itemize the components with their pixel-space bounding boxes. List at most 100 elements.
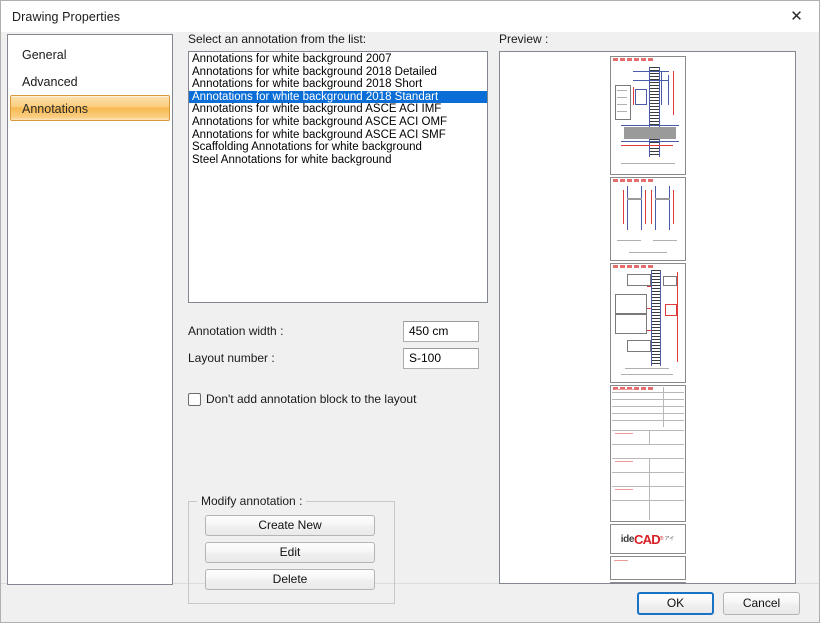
legend-text xyxy=(617,97,627,98)
modify-annotation-title: Modify annotation : xyxy=(197,494,306,508)
footing-band xyxy=(624,127,676,139)
ok-button[interactable]: OK xyxy=(637,592,714,615)
main-panel: Select an annotation from the list: Anno… xyxy=(188,32,488,408)
edit-button[interactable]: Edit xyxy=(205,542,375,563)
annotation-list-label: Select an annotation from the list: xyxy=(188,32,488,46)
drawing-header-rule xyxy=(613,265,654,268)
table-row xyxy=(612,458,684,459)
preview-drawing-top xyxy=(610,56,686,175)
logo-mark-text: アイ xyxy=(664,537,674,542)
note-box xyxy=(627,340,651,352)
window-title: Drawing Properties xyxy=(12,10,120,24)
title-block-row-1 xyxy=(610,556,686,580)
dimension-line xyxy=(673,71,674,115)
note-box xyxy=(663,276,677,286)
modify-annotation-group: Modify annotation : Create New Edit Dele… xyxy=(188,501,395,604)
dimension-tick xyxy=(647,330,651,331)
preview-panel: Preview : xyxy=(499,32,796,584)
table-label xyxy=(615,489,633,490)
create-new-button[interactable]: Create New xyxy=(205,515,375,536)
dimension-line xyxy=(645,190,646,224)
dimension-line xyxy=(633,87,634,105)
list-item[interactable]: Annotations for white background ASCE AC… xyxy=(189,129,487,142)
beam-line xyxy=(633,80,669,81)
dialog-footer: OK Cancel xyxy=(1,583,819,622)
table-label xyxy=(615,389,635,390)
table-row xyxy=(612,430,684,431)
column-line xyxy=(627,186,628,230)
annotation-listbox[interactable]: Annotations for white background 2007 An… xyxy=(188,51,488,303)
table-row xyxy=(612,413,684,414)
list-item[interactable]: Steel Annotations for white background xyxy=(189,154,487,167)
preview-label: Preview : xyxy=(499,32,796,46)
dimension-line xyxy=(651,190,652,224)
drawing-properties-dialog: Drawing Properties ✕ General Advanced An… xyxy=(0,0,820,623)
logo-cad-text: CAD xyxy=(634,532,660,547)
table-row xyxy=(612,486,684,487)
layout-number-input[interactable] xyxy=(403,348,479,369)
sidebar-item-annotations[interactable]: Annotations xyxy=(10,95,170,121)
sidebar-item-advanced[interactable]: Advanced xyxy=(10,68,170,94)
legend-text xyxy=(617,111,627,112)
cancel-button[interactable]: Cancel xyxy=(723,592,800,615)
checkbox-icon[interactable] xyxy=(188,393,201,406)
sidebar-nav: General Advanced Annotations xyxy=(7,34,173,585)
sidebar-item-general[interactable]: General xyxy=(10,41,170,67)
dimension-line xyxy=(623,190,624,224)
detail-box xyxy=(615,294,647,314)
annotation-width-row: Annotation width : xyxy=(188,320,488,342)
preview-drawing-mid xyxy=(610,177,686,261)
drawing-caption xyxy=(653,240,677,241)
list-item[interactable]: Annotations for white background ASCE AC… xyxy=(189,116,487,129)
detail-box xyxy=(615,314,647,334)
beam-band xyxy=(627,198,642,200)
drawing-caption xyxy=(621,374,673,375)
note-box xyxy=(627,274,651,286)
column-line xyxy=(655,186,656,230)
table-row xyxy=(612,500,684,501)
table-row xyxy=(612,444,684,445)
rebar-ladder xyxy=(651,270,661,366)
table-divider xyxy=(649,458,650,486)
table-label xyxy=(615,461,633,462)
idecad-logo: ideCAD®アイ xyxy=(610,524,686,554)
drawing-caption xyxy=(621,163,675,164)
table-divider xyxy=(663,387,664,427)
footing-line xyxy=(621,125,679,126)
drawing-caption xyxy=(625,368,669,369)
preview-box[interactable]: ideCAD®アイ xyxy=(499,51,796,584)
callout-box xyxy=(665,304,677,316)
modify-annotation-buttons: Create New Edit Delete xyxy=(189,502,394,590)
title-bar: Drawing Properties ✕ xyxy=(1,1,819,32)
no-annotation-block-checkbox-row[interactable]: Don't add annotation block to the layout xyxy=(188,390,488,408)
close-icon[interactable]: ✕ xyxy=(774,1,819,32)
delete-button[interactable]: Delete xyxy=(205,569,375,590)
list-item[interactable]: Annotations for white background 2018 De… xyxy=(189,66,487,79)
column-line xyxy=(641,186,642,230)
list-item[interactable]: Annotations for white background 2007 xyxy=(189,53,487,66)
beam-line xyxy=(633,71,669,72)
drawing-caption xyxy=(617,240,641,241)
legend-text xyxy=(617,90,627,91)
fields-area: Annotation width : Layout number : xyxy=(188,320,488,374)
table-divider xyxy=(649,486,650,520)
list-item[interactable]: Scaffolding Annotations for white backgr… xyxy=(189,141,487,154)
annotation-width-input[interactable] xyxy=(403,321,479,342)
column-line xyxy=(669,186,670,230)
table-row xyxy=(612,406,684,407)
column-line xyxy=(668,75,669,105)
title-block-project-name xyxy=(610,582,686,584)
section-box xyxy=(635,89,647,105)
list-item-selected[interactable]: Annotations for white background 2018 St… xyxy=(189,91,487,104)
table-row xyxy=(612,472,684,473)
footing-line xyxy=(621,141,679,142)
list-item[interactable]: Annotations for white background 2018 Sh… xyxy=(189,78,487,91)
preview-drawing-lower xyxy=(610,263,686,383)
layout-number-label: Layout number : xyxy=(188,351,403,365)
logo-registered-icon: ® xyxy=(660,536,664,542)
list-item[interactable]: Annotations for white background ASCE AC… xyxy=(189,103,487,116)
no-annotation-block-label: Don't add annotation block to the layout xyxy=(206,392,416,406)
dimension-line xyxy=(621,145,673,146)
preview-title-tables xyxy=(610,385,686,522)
table-label xyxy=(615,433,633,434)
